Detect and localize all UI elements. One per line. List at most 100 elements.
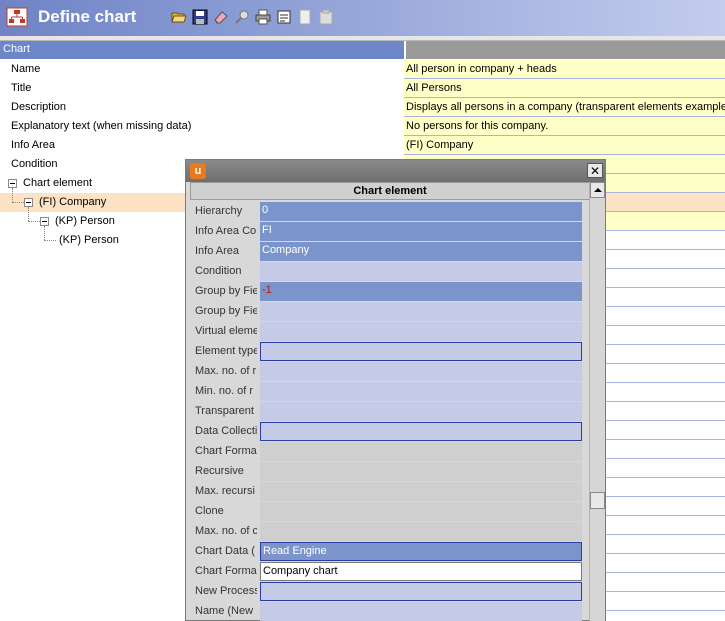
grid-header-value (406, 41, 725, 59)
field-value[interactable]: FI (260, 222, 582, 241)
field-label: Recursive (195, 465, 244, 477)
field-group-by-2[interactable]: Group by Fie (194, 302, 583, 321)
collapse-icon[interactable] (8, 179, 17, 188)
dialog-header: Chart element (190, 182, 590, 200)
app-logo-icon: u (190, 163, 206, 179)
dialog-title-bar[interactable]: u ✕ (186, 160, 605, 182)
field-chart-format-2[interactable]: Chart Forma Company chart (194, 562, 583, 581)
field-clone[interactable]: Clone (194, 502, 583, 521)
field-max-recursion[interactable]: Max. recursi (194, 482, 583, 501)
field-label: Max. recursi (195, 485, 255, 497)
field-label: Max. no. of c (195, 525, 257, 537)
property-label: Explanatory text (when missing data) (11, 120, 192, 132)
property-label: Name (11, 63, 41, 75)
open-icon[interactable] (170, 8, 188, 26)
save-icon[interactable] (191, 8, 209, 26)
field-data-collection[interactable]: Data Collecti (194, 422, 583, 441)
field-condition[interactable]: Condition (194, 262, 583, 281)
property-label: Condition (11, 158, 58, 170)
property-row-title[interactable]: Title All Persons (0, 79, 725, 98)
field-label: Info Area Co (195, 225, 257, 237)
property-label: Title (11, 82, 32, 94)
print-icon[interactable] (254, 8, 272, 26)
close-button[interactable]: ✕ (587, 163, 603, 178)
property-value[interactable]: All Persons (404, 79, 725, 98)
field-recursive[interactable]: Recursive (194, 462, 583, 481)
field-label: Min. no. of r (195, 385, 254, 397)
field-info-area[interactable]: Info Area Company (194, 242, 583, 261)
eraser-icon[interactable] (212, 8, 230, 26)
title-bar: Define chart (0, 0, 725, 36)
tree-node-label: (KP) Person (55, 215, 115, 227)
field-max-no[interactable]: Max. no. of r (194, 362, 583, 381)
field-value[interactable] (260, 502, 582, 521)
field-new-process[interactable]: New Process (194, 582, 583, 601)
field-value[interactable] (260, 362, 582, 381)
field-value[interactable]: Read Engine (260, 542, 582, 561)
field-value[interactable] (260, 262, 582, 281)
field-value[interactable] (260, 302, 582, 321)
field-label: Hierarchy (195, 205, 243, 217)
paste-icon[interactable] (317, 8, 335, 26)
field-min-no[interactable]: Min. no. of r (194, 382, 583, 401)
tree-node-label: Chart element (23, 177, 93, 189)
field-group-by-1[interactable]: Group by Fie -1 (194, 282, 583, 301)
search-icon[interactable] (233, 8, 251, 26)
field-value[interactable] (260, 482, 582, 501)
export-icon[interactable] (275, 8, 293, 26)
field-chart-data[interactable]: Chart Data ( Read Engine (194, 542, 583, 561)
field-value[interactable] (260, 442, 582, 461)
scroll-thumb[interactable] (590, 492, 605, 509)
field-chart-format-1[interactable]: Chart Forma (194, 442, 583, 461)
field-label: Info Area (195, 245, 240, 257)
field-value[interactable] (260, 462, 582, 481)
dialog-scrollbar[interactable] (589, 182, 605, 621)
toolbar (170, 8, 335, 26)
property-value[interactable]: No persons for this company. (404, 117, 725, 136)
field-label: Clone (195, 505, 224, 517)
property-value[interactable]: (FI) Company (404, 136, 725, 155)
field-value[interactable] (260, 422, 582, 441)
field-label: Name (New F (195, 605, 257, 617)
field-transparent[interactable]: Transparent (194, 402, 583, 421)
property-value[interactable]: Displays all persons in a company (trans… (404, 98, 725, 117)
field-value[interactable] (260, 582, 582, 601)
field-hierarchy[interactable]: Hierarchy 0 (194, 202, 583, 221)
property-label: Description (11, 101, 67, 113)
copy-icon[interactable] (296, 8, 314, 26)
field-virtual-element[interactable]: Virtual eleme (194, 322, 583, 341)
field-value[interactable] (260, 322, 582, 341)
field-label: Virtual eleme (195, 325, 257, 337)
field-value[interactable]: 0 (260, 202, 582, 221)
field-value[interactable]: Company chart (260, 562, 582, 581)
field-name-new-process[interactable]: Name (New F (194, 602, 583, 621)
field-value[interactable]: Company (260, 242, 582, 261)
scroll-up-icon[interactable] (590, 182, 605, 198)
field-value[interactable] (260, 382, 582, 401)
field-value[interactable]: -1 (260, 282, 582, 301)
property-row-description[interactable]: Description Displays all persons in a co… (0, 98, 725, 117)
field-label: Data Collecti (195, 425, 257, 437)
field-value[interactable] (260, 342, 582, 361)
field-label: Transparent (195, 405, 254, 417)
field-label: Group by Fie (195, 305, 257, 317)
org-chart-icon (6, 7, 28, 27)
property-row-info-area[interactable]: Info Area (FI) Company (0, 136, 725, 155)
field-label: Group by Fie (195, 285, 257, 297)
field-label: Max. no. of r (195, 365, 257, 377)
field-value[interactable] (260, 522, 582, 541)
field-info-area-code[interactable]: Info Area Co FI (194, 222, 583, 241)
field-value[interactable] (260, 602, 582, 621)
property-row-explanatory-text[interactable]: Explanatory text (when missing data) No … (0, 117, 725, 136)
collapse-icon[interactable] (24, 198, 33, 207)
field-value[interactable] (260, 402, 582, 421)
chart-element-dialog[interactable]: u ✕ Chart element Hierarchy 0 Info Area … (185, 159, 606, 621)
field-label: Chart Forma (195, 445, 257, 457)
field-label: Condition (195, 265, 242, 277)
collapse-icon[interactable] (40, 217, 49, 226)
property-value[interactable]: All person in company + heads (404, 60, 725, 79)
field-max-no-clones[interactable]: Max. no. of c (194, 522, 583, 541)
field-element-type[interactable]: Element type (194, 342, 583, 361)
property-row-name[interactable]: Name All person in company + heads (0, 60, 725, 79)
field-label: Element type (195, 345, 257, 357)
